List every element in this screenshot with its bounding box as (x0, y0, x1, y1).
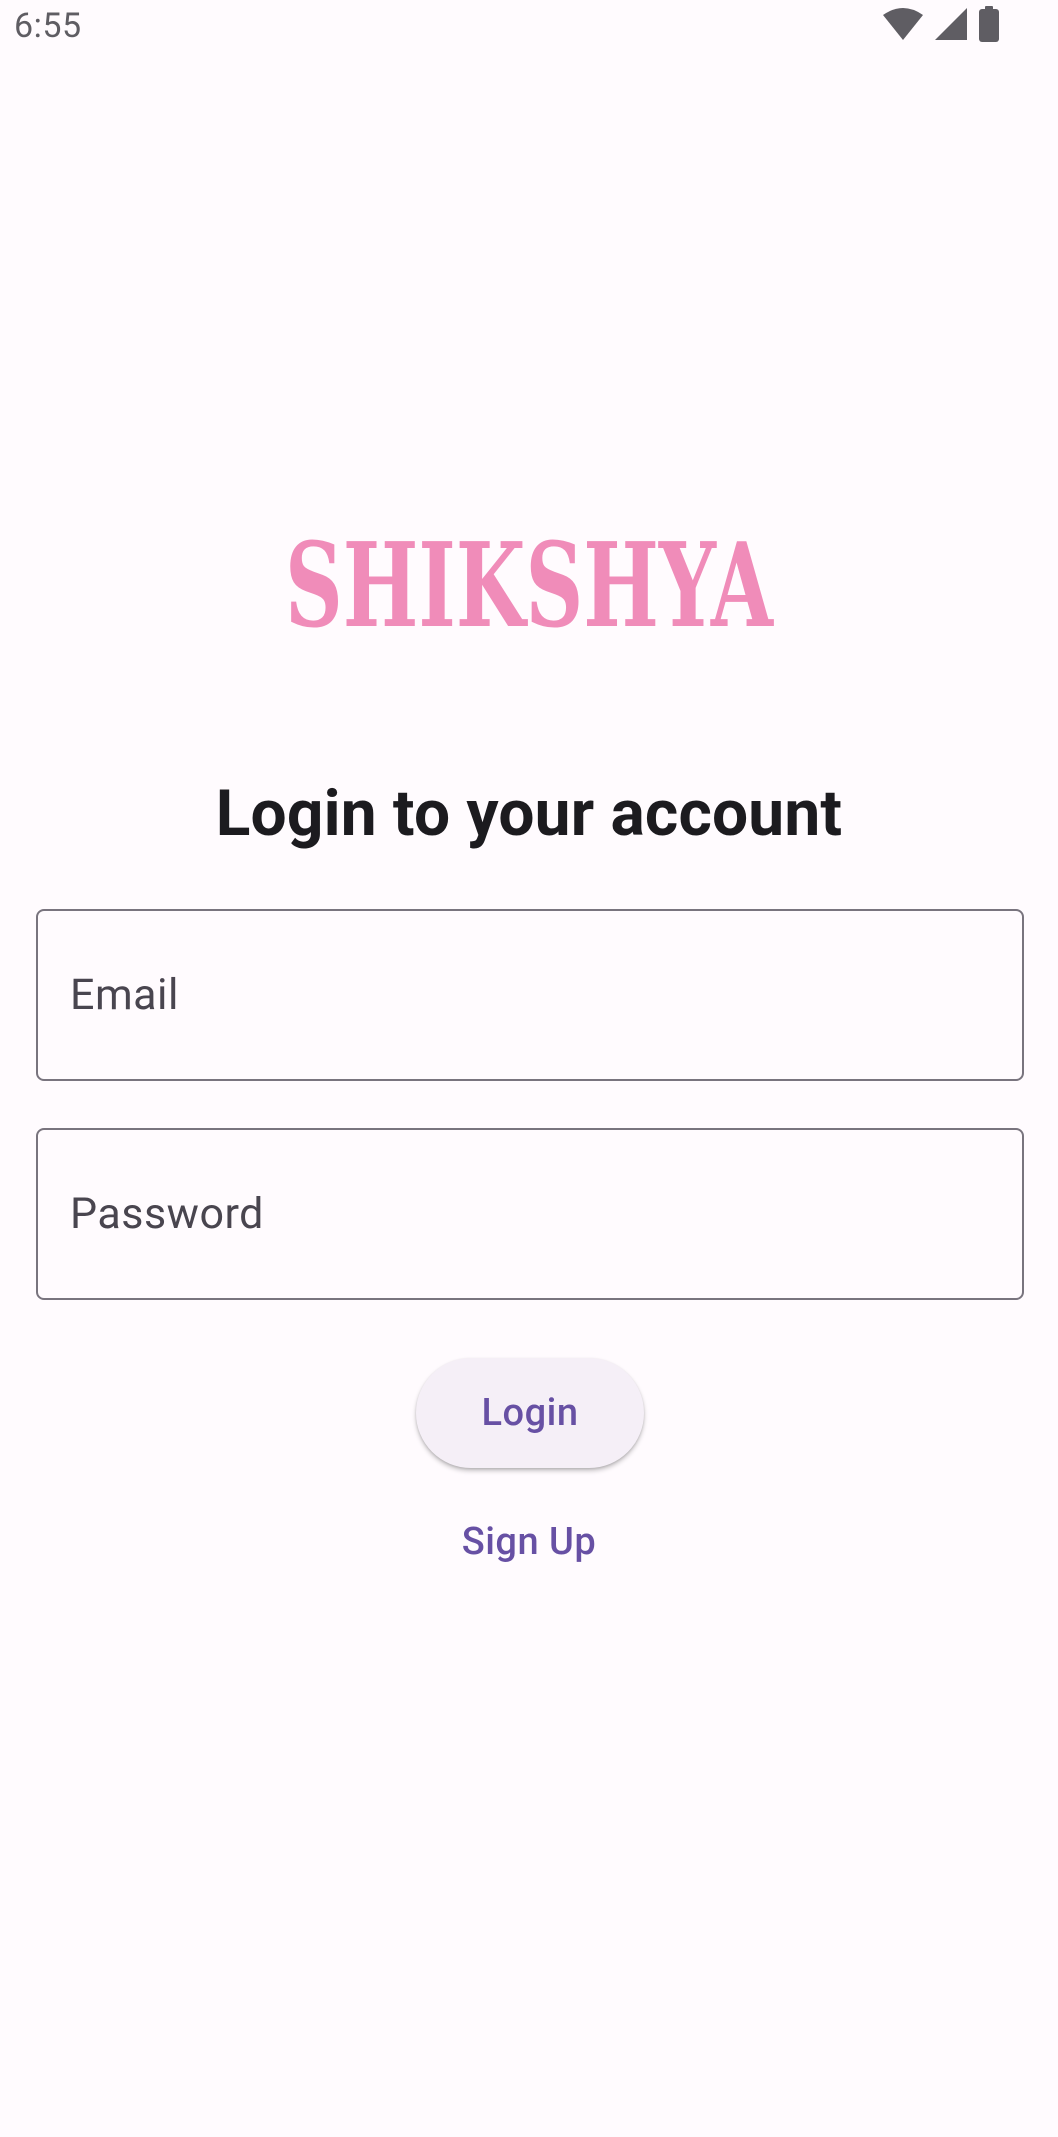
shikshya-logo: SHIKSHYA (285, 520, 774, 638)
signup-link-row: Sign Up (0, 1520, 1058, 1564)
password-field[interactable] (36, 1128, 1024, 1300)
app-logo: SHIKSHYA (0, 520, 1058, 642)
battery-icon (978, 6, 1000, 42)
email-input[interactable] (38, 911, 1022, 1079)
signup-link[interactable]: Sign Up (462, 1520, 597, 1564)
logo-wordmark: SHIKSHYA (285, 520, 774, 638)
status-bar: 6:55 (0, 0, 1058, 52)
cellular-signal-icon (934, 7, 968, 41)
wifi-icon (882, 7, 924, 41)
status-time: 6:55 (14, 6, 82, 46)
login-button-label: Login (481, 1391, 579, 1435)
password-input[interactable] (38, 1130, 1022, 1298)
login-button[interactable]: Login (416, 1358, 644, 1468)
email-field[interactable] (36, 909, 1024, 1081)
login-heading: Login to your account (215, 776, 843, 851)
status-icons (882, 6, 1000, 42)
